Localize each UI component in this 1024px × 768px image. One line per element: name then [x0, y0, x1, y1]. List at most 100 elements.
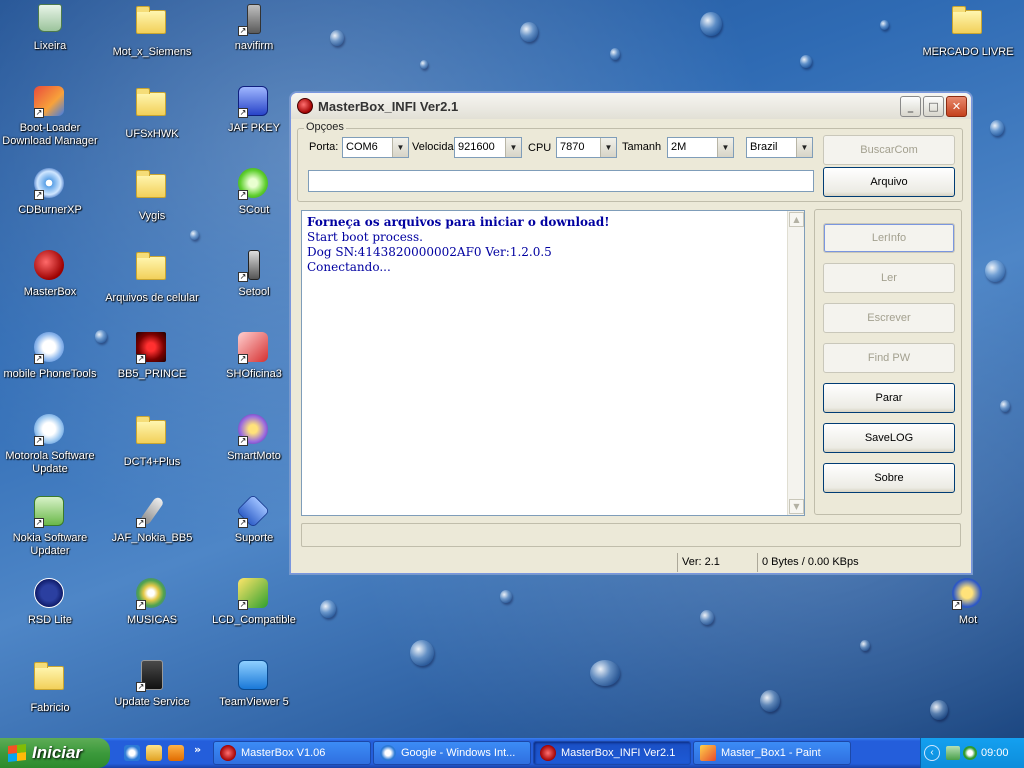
log-line: Start boot process.	[307, 230, 423, 244]
desktop-icon-label: CDBurnerXP	[18, 204, 82, 216]
desktop-icon-scout[interactable]: ↗ SCout	[204, 168, 304, 217]
desktop-icon-dct4plus[interactable]: DCT4+Plus	[102, 414, 202, 469]
close-button[interactable]: ✕	[946, 95, 967, 117]
desktop-icon-mobile-phonetools[interactable]: ↗ mobile PhoneTools	[0, 332, 100, 381]
network-icon[interactable]	[946, 746, 960, 760]
lerinfo-button[interactable]: LerInfo	[823, 223, 955, 253]
buscarcom-button[interactable]: BuscarCom	[823, 135, 955, 165]
desktop-icon-label: TeamViewer 5	[219, 696, 289, 708]
media-player-icon[interactable]	[168, 745, 184, 761]
taskbar-item-masterbox-infi[interactable]: MasterBox_INFI Ver2.1	[533, 741, 691, 765]
taskbar-item-paint[interactable]: Master_Box1 - Paint	[693, 741, 851, 765]
parar-button[interactable]: Parar	[823, 383, 955, 413]
desktop-icon-setool[interactable]: ↗ Setool	[204, 250, 304, 299]
folder-icon	[34, 662, 66, 698]
desktop-icon-label: Mot	[958, 614, 978, 626]
file-path-field[interactable]	[308, 170, 814, 192]
desktop-icon-label: Lixeira	[33, 40, 67, 52]
chevron-down-icon[interactable]: ▼	[600, 138, 616, 157]
desktop-icon-lixeira[interactable]: Lixeira	[0, 4, 100, 53]
shoficina-app-icon: ↗	[238, 332, 270, 364]
music-folder-icon: ↗	[136, 578, 168, 610]
maximize-button[interactable]: □	[923, 95, 944, 117]
scroll-up-icon[interactable]: ▲	[789, 212, 804, 227]
desktop-icon-rsd-lite[interactable]: RSD Lite	[0, 578, 100, 627]
desktop-icon-update-service[interactable]: ↗ Update Service	[102, 660, 202, 709]
show-desktop-icon[interactable]	[146, 745, 162, 761]
log-line: Conectando...	[307, 260, 391, 274]
chevron-down-icon[interactable]: ▼	[796, 138, 812, 157]
taskbar-item-google-ie[interactable]: Google - Windows Int...	[373, 741, 531, 765]
desktop-icon-label: MERCADO LIVRE	[922, 46, 1014, 58]
desktop-icon-label: UFSxHWK	[125, 128, 179, 140]
chevron-down-icon[interactable]: ▼	[717, 138, 733, 157]
desktop-icon-jaf-nokia-bb5[interactable]: ↗ JAF_Nokia_BB5	[102, 495, 202, 545]
desktop-icon-label: Nokia Software Updater	[12, 532, 88, 557]
desktop-icon-mot[interactable]: ↗ Mot	[918, 578, 1018, 627]
desktop-icon-navifirm[interactable]: ↗ navifirm	[204, 4, 304, 53]
minimize-button[interactable]: _	[900, 95, 921, 117]
desktop-icon-teamviewer[interactable]: TeamViewer 5	[204, 660, 304, 709]
desktop-icon-fabricio[interactable]: Fabricio	[0, 660, 100, 715]
antivirus-icon[interactable]	[963, 746, 977, 760]
desktop-icon-shoficina3[interactable]: ↗ SHOficina3	[204, 332, 304, 381]
tamanho-select[interactable]: 2M ▼	[667, 137, 734, 158]
tray-expand-icon[interactable]: ‹	[924, 745, 940, 761]
desktop-icon-mot-x-siemens[interactable]: Mot_x_Siemens	[102, 4, 202, 59]
internet-explorer-icon[interactable]	[124, 745, 140, 761]
phonetools-app-icon: ↗	[34, 332, 66, 364]
taskbar-item-masterbox-v106[interactable]: MasterBox V1.06	[213, 741, 371, 765]
motorola-rsd-icon	[34, 578, 66, 610]
log-output[interactable]: Forneça os arquivos para iniciar o downl…	[301, 210, 805, 516]
arquivo-button[interactable]: Arquivo	[823, 167, 955, 197]
sobre-button[interactable]: Sobre	[823, 463, 955, 493]
desktop-icon-ufsxhwk[interactable]: UFSxHWK	[102, 86, 202, 141]
escrever-button[interactable]: Escrever	[823, 303, 955, 333]
cpu-select[interactable]: 7870 ▼	[556, 137, 617, 158]
desktop-icon-smartmoto[interactable]: ↗ SmartMoto	[204, 414, 304, 463]
desktop-icon-arquivos-de-celular[interactable]: Arquivos de celular	[102, 250, 202, 305]
ler-button[interactable]: Ler	[823, 263, 955, 293]
desktop-icon-label: BB5_PRINCE	[117, 368, 187, 380]
jaf-app-icon: ↗	[238, 86, 270, 118]
support-app-icon: ↗	[236, 494, 270, 528]
status-transfer: 0 Bytes / 0.00 KBps	[757, 553, 967, 572]
desktop-icon-label: JAF PKEY	[228, 122, 280, 134]
chevron-down-icon[interactable]: ▼	[505, 138, 521, 157]
tamanho-label: Tamanh	[622, 141, 662, 153]
region-value: Brazil	[750, 141, 778, 153]
porta-label: Porta:	[309, 141, 339, 153]
task-label: Google - Windows Int...	[401, 747, 516, 759]
desktop-icon-bootloader[interactable]: ↗ Boot-Loader Download Manager	[0, 86, 100, 148]
desktop-icon-motorola-update[interactable]: ↗ Motorola Software Update	[0, 414, 100, 476]
desktop-icon-label: SHOficina3	[226, 368, 282, 380]
desktop-icon-nokia-updater[interactable]: ↗ Nokia Software Updater	[0, 496, 100, 558]
log-scrollbar[interactable]: ▲ ▼	[787, 211, 804, 515]
desktop-icon-lcd-compatible[interactable]: ↗ LCD_Compatible	[204, 578, 304, 627]
desktop-icon-jaf-pkey[interactable]: ↗ JAF PKEY	[204, 86, 304, 135]
cpu-value: 7870	[560, 141, 585, 153]
desktop-icon-masterbox[interactable]: MasterBox	[0, 250, 100, 299]
desktop-icon-cdburnerxp[interactable]: ↗ CDBurnerXP	[0, 168, 100, 217]
scroll-down-icon[interactable]: ▼	[789, 499, 804, 514]
find-pw-button[interactable]: Find PW	[823, 343, 955, 373]
desktop-icon-label: Fabricio	[30, 702, 70, 714]
folder-icon	[136, 416, 168, 452]
clock[interactable]: 09:00	[981, 746, 1009, 760]
desktop-icon-suporte[interactable]: ↗ Suporte	[204, 494, 304, 545]
porta-select[interactable]: COM6 ▼	[342, 137, 409, 158]
chevron-more-icon[interactable]: »	[194, 743, 201, 756]
velocidade-select[interactable]: 921600 ▼	[454, 137, 522, 158]
title-bar[interactable]: MasterBox_INFI Ver2.1 _ □ ✕	[291, 93, 971, 119]
chevron-down-icon[interactable]: ▼	[392, 138, 408, 157]
desktop-icon-mercado-livre[interactable]: MERCADO LIVRE	[918, 4, 1018, 59]
start-button[interactable]: Iniciar	[0, 738, 110, 768]
savelog-button[interactable]: SaveLOG	[823, 423, 955, 453]
desktop-icon-musicas[interactable]: ↗ MUSICAS	[102, 578, 202, 627]
desktop-icon-vygis[interactable]: Vygis	[102, 168, 202, 223]
porta-value: COM6	[346, 141, 378, 153]
cpu-label: CPU	[528, 142, 552, 154]
region-select[interactable]: Brazil ▼	[746, 137, 813, 158]
desktop-icon-bb5-prince[interactable]: ↗ BB5_PRINCE	[102, 332, 202, 381]
velocidade-value: 921600	[458, 141, 495, 153]
